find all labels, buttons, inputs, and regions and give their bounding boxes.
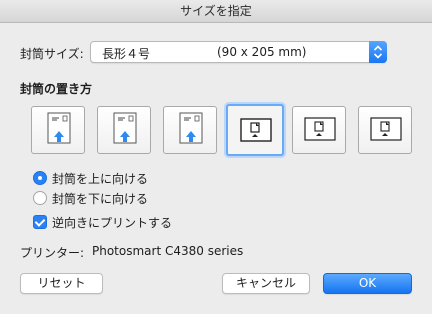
face-down-radio[interactable]: [33, 191, 47, 205]
face-down-label[interactable]: 封筒を下に向ける: [52, 190, 148, 207]
reset-button[interactable]: リセット: [20, 273, 103, 294]
envelope-size-select[interactable]: 長形４号 (90 x 205 mm): [90, 41, 387, 63]
reverse-print-label[interactable]: 逆向きにプリントする: [52, 214, 172, 231]
envelope-arrow-icon: [179, 112, 203, 144]
envelope-size-label: 封筒サイズ:: [20, 47, 84, 61]
orientation-option-3[interactable]: [163, 106, 217, 154]
envelope-arrow-icon: [113, 112, 137, 144]
reverse-print-checkbox[interactable]: [33, 215, 47, 229]
ok-button[interactable]: OK: [323, 273, 412, 294]
orientation-option-5[interactable]: [292, 106, 346, 154]
envelope-landscape-icon: [304, 117, 336, 141]
orientation-option-2[interactable]: [97, 106, 151, 154]
face-up-label[interactable]: 封筒を上に向ける: [52, 170, 148, 187]
orientation-option-6[interactable]: [358, 106, 412, 154]
envelope-size-dialog: サイズを指定 封筒サイズ: 長形４号 (90 x 205 mm) 封筒の置き方: [0, 0, 432, 314]
popup-stepper-icon[interactable]: [369, 41, 387, 63]
face-up-radio[interactable]: [33, 171, 47, 185]
envelope-landscape-icon: [240, 118, 272, 142]
printer-name: Photosmart C4380 series: [92, 244, 244, 258]
printer-label: プリンター:: [20, 246, 85, 260]
envelope-size-name: 長形４号: [102, 47, 151, 61]
orientation-option-4[interactable]: [226, 104, 284, 156]
orientation-option-1[interactable]: [31, 106, 85, 154]
window-title: サイズを指定: [0, 0, 432, 23]
envelope-arrow-icon: [47, 112, 71, 144]
orientation-heading: 封筒の置き方: [20, 82, 93, 96]
envelope-landscape-icon: [370, 117, 402, 141]
cancel-button[interactable]: キャンセル: [222, 273, 310, 294]
envelope-size-dimensions: (90 x 205 mm): [217, 45, 307, 59]
